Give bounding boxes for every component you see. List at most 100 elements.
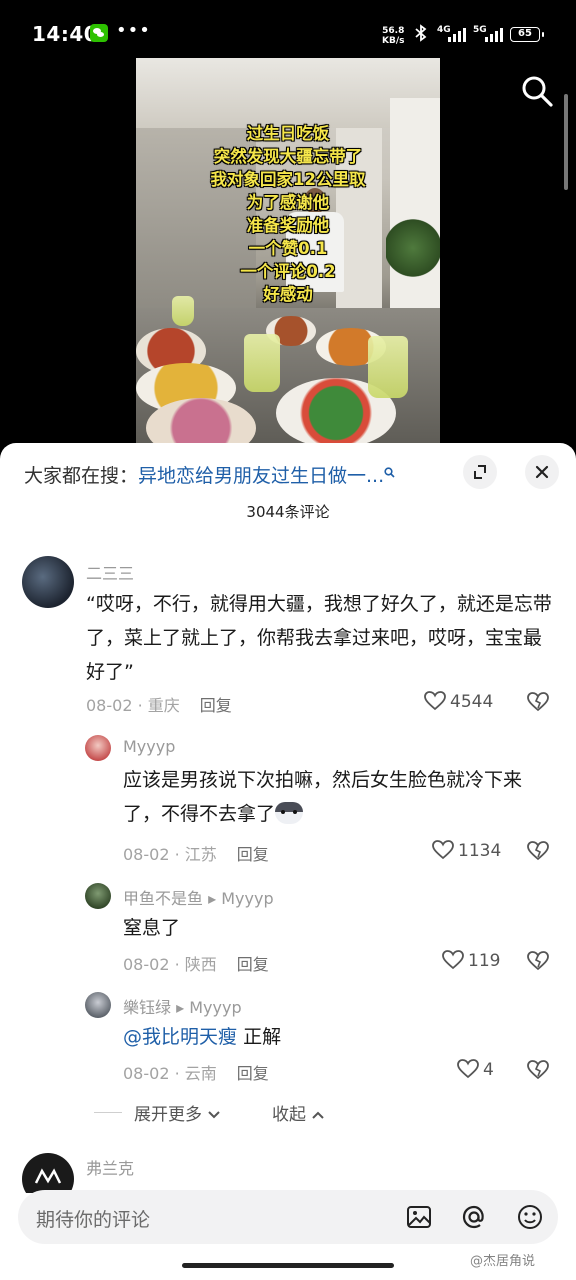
comment-text: “哎呀，不行，就得用大疆，我想了好久了，就还是忘带了，菜上了就上了，你帮我去拿过… bbox=[86, 593, 552, 683]
reply-date: 08-02 bbox=[123, 955, 170, 974]
caption-line: 好感动 bbox=[263, 285, 313, 304]
dislike-button[interactable] bbox=[527, 1060, 551, 1084]
close-icon bbox=[535, 465, 549, 479]
video-frame: 过生日吃饭 突然发现大疆忘带了 我对象回家12公里取 为了感谢他 准备奖励他 一… bbox=[136, 58, 440, 458]
reply-author-line: 樂钰绿 ▸ Myyyp bbox=[123, 994, 242, 1018]
heart-icon bbox=[432, 840, 454, 860]
reply-meta: 08-02 · 江苏 回复 bbox=[123, 845, 269, 864]
expand-icon bbox=[474, 465, 486, 479]
comment-count: 3044条评论 bbox=[246, 503, 330, 521]
avatar[interactable] bbox=[85, 735, 111, 761]
avatar[interactable] bbox=[85, 883, 111, 909]
expand-button[interactable] bbox=[463, 455, 497, 489]
husky-emoji-icon bbox=[275, 802, 304, 824]
reply-meta: 08-02 · 陕西 回复 bbox=[123, 955, 269, 974]
caption-line: 突然发现大疆忘带了 bbox=[213, 147, 363, 166]
reply-location: 陕西 bbox=[184, 955, 217, 974]
expand-more-button[interactable]: 展开更多 bbox=[134, 1100, 221, 1125]
expand-more-label: 展开更多 bbox=[134, 1105, 202, 1125]
reply-author-line: 甲鱼不是鱼 ▸ Myyyp bbox=[123, 885, 274, 909]
reply-author[interactable]: Myyyp bbox=[123, 737, 175, 756]
emoji-icon[interactable] bbox=[516, 1203, 544, 1231]
battery-icon: 65 bbox=[510, 27, 544, 42]
dislike-button[interactable] bbox=[527, 951, 551, 975]
close-button[interactable] bbox=[525, 455, 559, 489]
avatar[interactable] bbox=[22, 1153, 74, 1193]
avatar[interactable] bbox=[85, 992, 111, 1018]
reply-author[interactable]: 甲鱼不是鱼 bbox=[123, 889, 203, 908]
trending-search-link[interactable]: 大家都在搜：异地恋给男朋友过生日做一... bbox=[24, 461, 444, 487]
network-speed-value: 56.8 bbox=[382, 26, 405, 36]
logo-icon bbox=[34, 1168, 62, 1184]
like-button[interactable]: 1134 bbox=[432, 840, 501, 864]
broken-heart-icon bbox=[527, 841, 549, 861]
watermark: @杰居角说 bbox=[470, 1254, 536, 1269]
at-icon[interactable] bbox=[460, 1203, 488, 1231]
like-button[interactable]: 119 bbox=[442, 950, 500, 974]
comment-date: 08-02 bbox=[86, 696, 133, 715]
collapse-button[interactable]: 收起 bbox=[272, 1100, 325, 1125]
image-icon[interactable] bbox=[405, 1203, 433, 1231]
comment-author[interactable]: 二三三 bbox=[86, 560, 134, 584]
reply-text: @我比明天瘦 正解 bbox=[123, 1020, 553, 1054]
comment-author[interactable]: 弗兰克 bbox=[86, 1155, 134, 1179]
home-indicator[interactable] bbox=[182, 1263, 394, 1268]
signal-icon bbox=[448, 28, 468, 42]
like-count: 4 bbox=[483, 1060, 494, 1080]
reply-button[interactable]: 回复 bbox=[200, 696, 232, 715]
bluetooth-icon bbox=[414, 24, 428, 46]
more-dots-icon: ••• bbox=[116, 20, 151, 41]
caption-line: 准备奖励他 bbox=[246, 216, 330, 235]
reply-text-content: 应该是男孩说下次拍嘛，然后女生脸色就冷下来了，不得不去拿了 bbox=[123, 769, 523, 825]
reply-button[interactable]: 回复 bbox=[237, 955, 269, 974]
reply-date: 08-02 bbox=[123, 845, 170, 864]
like-count: 119 bbox=[468, 951, 501, 971]
broken-heart-icon bbox=[527, 1060, 549, 1080]
trending-search-query[interactable]: 异地恋给男朋友过生日做一... bbox=[138, 465, 384, 487]
comment-item: 弗兰克 bbox=[0, 1153, 576, 1193]
reply-text-content: 正解 bbox=[243, 1026, 282, 1048]
reply-arrow-icon: ▸ bbox=[208, 889, 217, 908]
heart-icon bbox=[424, 691, 446, 711]
like-button[interactable]: 4544 bbox=[424, 691, 493, 715]
heart-icon bbox=[442, 950, 464, 970]
reply-button[interactable]: 回复 bbox=[237, 1064, 269, 1083]
comment-input-bar[interactable]: 期待你的评论 bbox=[18, 1190, 558, 1244]
reply-author[interactable]: 樂钰绿 bbox=[123, 998, 171, 1017]
video-player[interactable]: 过生日吃饭 突然发现大疆忘带了 我对象回家12公里取 为了感谢他 准备奖励他 一… bbox=[0, 58, 576, 458]
caption-line: 一个评论0.2 bbox=[240, 262, 336, 281]
mention-link[interactable]: @我比明天瘦 bbox=[123, 1026, 237, 1048]
search-icon bbox=[384, 467, 395, 482]
reply-arrow-icon: ▸ bbox=[176, 998, 185, 1017]
search-icon[interactable] bbox=[520, 74, 554, 108]
comment-input[interactable]: 期待你的评论 bbox=[36, 1205, 150, 1232]
network-speed-unit: KB/s bbox=[382, 36, 405, 46]
reply-meta: 08-02 · 云南 回复 bbox=[123, 1064, 269, 1083]
dislike-button[interactable] bbox=[527, 692, 551, 716]
caption-line: 我对象回家12公里取 bbox=[210, 170, 366, 189]
caption-line: 一个赞0.1 bbox=[248, 239, 328, 258]
comment-meta: 08-02 · 重庆 回复 bbox=[86, 696, 232, 715]
like-count: 4544 bbox=[450, 692, 494, 712]
reply-to-author[interactable]: Myyyp bbox=[221, 889, 273, 908]
reply-button[interactable]: 回复 bbox=[237, 845, 269, 864]
video-scrollbar[interactable] bbox=[564, 94, 568, 190]
caption-line: 为了感谢他 bbox=[246, 193, 330, 212]
like-button[interactable]: 4 bbox=[457, 1059, 494, 1083]
dislike-button[interactable] bbox=[527, 841, 551, 865]
comment-location: 重庆 bbox=[147, 696, 180, 715]
reply-location: 江苏 bbox=[184, 845, 217, 864]
collapse-label: 收起 bbox=[272, 1105, 306, 1125]
comment-sheet: 大家都在搜：异地恋给男朋友过生日做一... 3044条评论 二三三 “哎呀，不行… bbox=[0, 443, 576, 1280]
reply-text: 窒息了 bbox=[123, 917, 181, 939]
reply-to-author[interactable]: Myyyp bbox=[189, 998, 241, 1017]
signal-icon bbox=[485, 28, 505, 42]
reply-date: 08-02 bbox=[123, 1064, 170, 1083]
avatar[interactable] bbox=[22, 556, 74, 608]
broken-heart-icon bbox=[527, 692, 549, 712]
caption-line: 过生日吃饭 bbox=[246, 124, 330, 143]
video-caption: 过生日吃饭 突然发现大疆忘带了 我对象回家12公里取 为了感谢他 准备奖励他 一… bbox=[136, 122, 440, 306]
broken-heart-icon bbox=[527, 951, 549, 971]
divider bbox=[94, 1112, 122, 1113]
network-speed: 56.8 KB/s bbox=[382, 26, 404, 46]
